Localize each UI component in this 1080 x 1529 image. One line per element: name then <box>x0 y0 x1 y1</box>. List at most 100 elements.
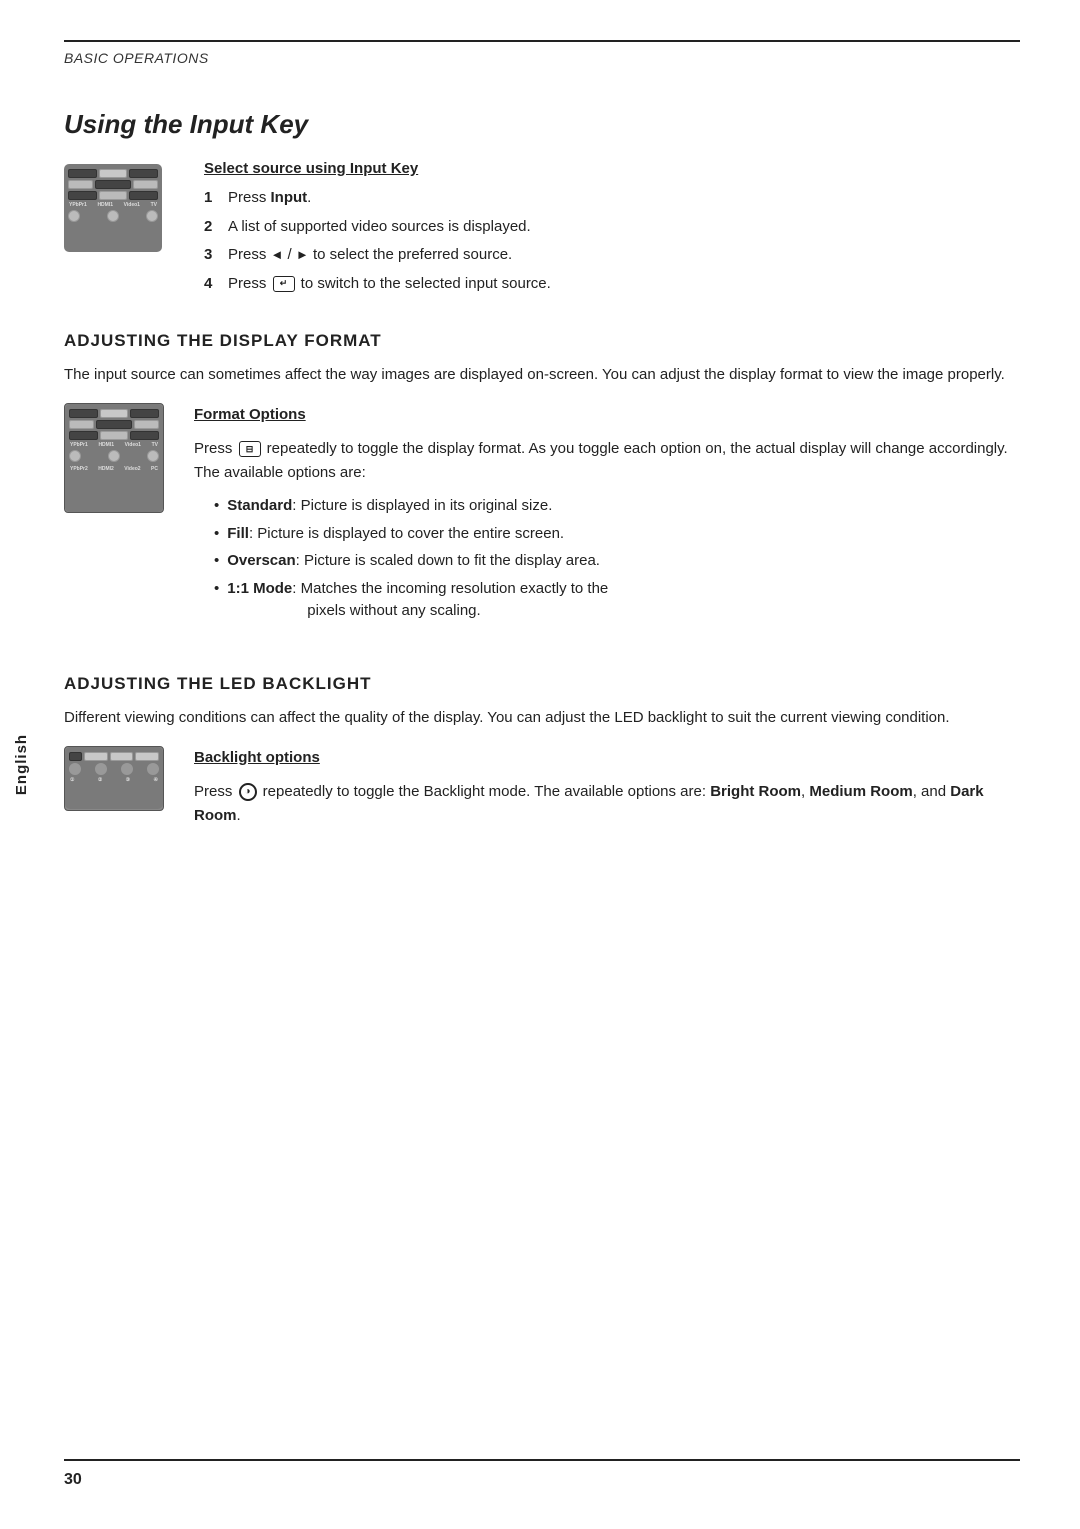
remote-circle-btn <box>68 210 80 222</box>
backlight-instructions: Backlight options Press ◑ repeatedly to … <box>194 746 1020 828</box>
backlight-subtitle: Backlight options <box>194 746 1020 770</box>
remote-btn <box>100 409 129 418</box>
step-text: Press Input. <box>228 187 311 210</box>
remote-btn <box>69 409 98 418</box>
bold-fill: Fill <box>227 525 249 542</box>
backlight-remote-image: ① ② ③ ④ <box>64 746 164 811</box>
remote-label: PC <box>151 466 158 472</box>
remote-circle-btn <box>69 763 81 775</box>
display-format-intro: The input source can sometimes affect th… <box>64 363 1020 387</box>
sidebar: English <box>0 0 44 1529</box>
backlight-container: ① ② ③ ④ Backlight options Press ◑ repeat… <box>64 746 1020 828</box>
remote-label-row: YPbPr1 HDMI1 Video1 TV <box>69 442 159 448</box>
remote-label-row: YPbPr1 HDMI1 Video1 TV <box>68 202 158 208</box>
remote-label: ② <box>98 777 102 783</box>
remote-label-row: ① ② ③ ④ <box>69 777 159 783</box>
remote-btn <box>129 169 158 178</box>
display-format-section: ADJUSTING THE DISPLAY FORMAT The input s… <box>64 331 1020 644</box>
arrow-left-icon: ◄ <box>271 247 284 262</box>
remote-label: Video1 <box>124 202 140 208</box>
section-header: BASIC OPERATIONS <box>64 50 209 66</box>
remote-btn <box>69 752 82 761</box>
arrow-right-icon: ► <box>296 247 309 262</box>
remote-circle-row <box>69 763 159 775</box>
remote-drawing-1: YPbPr1 HDMI1 Video1 TV <box>64 164 162 252</box>
remote-circle-btn <box>69 450 81 462</box>
backlight-icon: ◑ <box>239 783 257 801</box>
display-format-title: ADJUSTING THE DISPLAY FORMAT <box>64 331 1020 351</box>
remote-circle-btn <box>107 210 119 222</box>
bold-11mode: 1:1 Mode <box>227 580 292 597</box>
step-text: Press ◄ / ► to select the preferred sour… <box>228 244 512 267</box>
remote-btn <box>135 752 159 761</box>
remote-btn <box>68 169 97 178</box>
bold-bright-room: Bright Room <box>710 783 801 800</box>
backlight-intro: Different viewing conditions can affect … <box>64 706 1020 730</box>
remote-label: HDMI1 <box>98 442 114 448</box>
bullet-fill: Fill: Picture is displayed to cover the … <box>214 523 1020 546</box>
remote-image-container: YPbPr1 HDMI1 Video1 TV <box>64 164 174 252</box>
step-num: 4 <box>204 273 224 296</box>
bold-input: Input <box>271 189 308 206</box>
top-section: BASIC OPERATIONS <box>64 40 1020 67</box>
backlight-remote-drawing: ① ② ③ ④ <box>65 747 163 809</box>
step-num: 1 <box>204 187 224 210</box>
bullet-overscan: Overscan: Picture is scaled down to fit … <box>214 550 1020 573</box>
step-num: 2 <box>204 216 224 239</box>
remote-label: ③ <box>126 777 130 783</box>
step-1: 1 Press Input. <box>204 187 1020 210</box>
enter-icon: ↵ <box>273 276 295 292</box>
remote-label: TV <box>152 442 158 448</box>
remote-label-row-2: YPbPr2 HDMI2 Video2 PC <box>69 466 159 472</box>
bullet-standard: Standard: Picture is displayed in its or… <box>214 495 1020 518</box>
sidebar-language-label: English <box>14 734 31 795</box>
bullet-11mode: 1:1 Mode: Matches the incoming resolutio… <box>214 578 1020 623</box>
remote-circle-btn <box>121 763 133 775</box>
remote-label: HDMI2 <box>98 466 114 472</box>
input-key-section: YPbPr1 HDMI1 Video1 TV Select source usi… <box>64 160 1020 301</box>
step-2: 2 A list of supported video sources is d… <box>204 216 1020 239</box>
page-wrapper: English BASIC OPERATIONS Using the Input… <box>0 0 1080 1529</box>
format-remote-drawing: YPbPr1 HDMI1 Video1 TV YPbPr2 HDM <box>65 404 163 512</box>
remote-btn <box>134 420 159 429</box>
remote-circle-row <box>69 450 159 462</box>
step-3: 3 Press ◄ / ► to select the preferred so… <box>204 244 1020 267</box>
bold-standard: Standard <box>227 497 292 514</box>
remote-btn <box>99 191 128 200</box>
remote-circle-row <box>68 210 158 222</box>
backlight-description: Press ◑ repeatedly to toggle the Backlig… <box>194 780 1020 828</box>
remote-label: ① <box>70 777 74 783</box>
remote-btn <box>133 180 158 189</box>
remote-label: HDMI1 <box>97 202 113 208</box>
format-options-container: YPbPr1 HDMI1 Video1 TV YPbPr2 HDM <box>64 403 1020 628</box>
format-icon: ⊟ <box>239 441 261 457</box>
remote-btn <box>84 752 108 761</box>
format-instructions: Format Options Press ⊟ repeatedly to tog… <box>194 403 1020 628</box>
remote-btn <box>96 420 132 429</box>
step-text: Press ↵ to switch to the selected input … <box>228 273 551 296</box>
remote-btn <box>95 180 131 189</box>
remote-btn <box>69 431 98 440</box>
remote-btn <box>69 420 94 429</box>
remote-btn <box>130 431 159 440</box>
remote-label: ④ <box>153 777 157 783</box>
remote-circle-btn <box>95 763 107 775</box>
remote-label: YPbPr2 <box>70 466 88 472</box>
page-title: Using the Input Key <box>64 109 1020 140</box>
format-remote-image: YPbPr1 HDMI1 Video1 TV YPbPr2 HDM <box>64 403 164 513</box>
remote-btn <box>68 191 97 200</box>
remote-circle-btn <box>147 763 159 775</box>
remote-label: YPbPr1 <box>69 202 87 208</box>
bold-medium-room: Medium Room <box>809 783 912 800</box>
input-key-steps: 1 Press Input. 2 A list of supported vid… <box>204 187 1020 295</box>
remote-btn <box>110 752 134 761</box>
remote-btn <box>99 169 128 178</box>
remote-btn <box>68 180 93 189</box>
step-num: 3 <box>204 244 224 267</box>
remote-circle-btn <box>108 450 120 462</box>
step-text: A list of supported video sources is dis… <box>228 216 531 239</box>
pixels-text: pixels without any scaling. <box>307 602 480 619</box>
remote-circle-btn <box>146 210 158 222</box>
backlight-title: ADJUSTING THE LED BACKLIGHT <box>64 674 1020 694</box>
remote-label: YPbPr1 <box>70 442 88 448</box>
